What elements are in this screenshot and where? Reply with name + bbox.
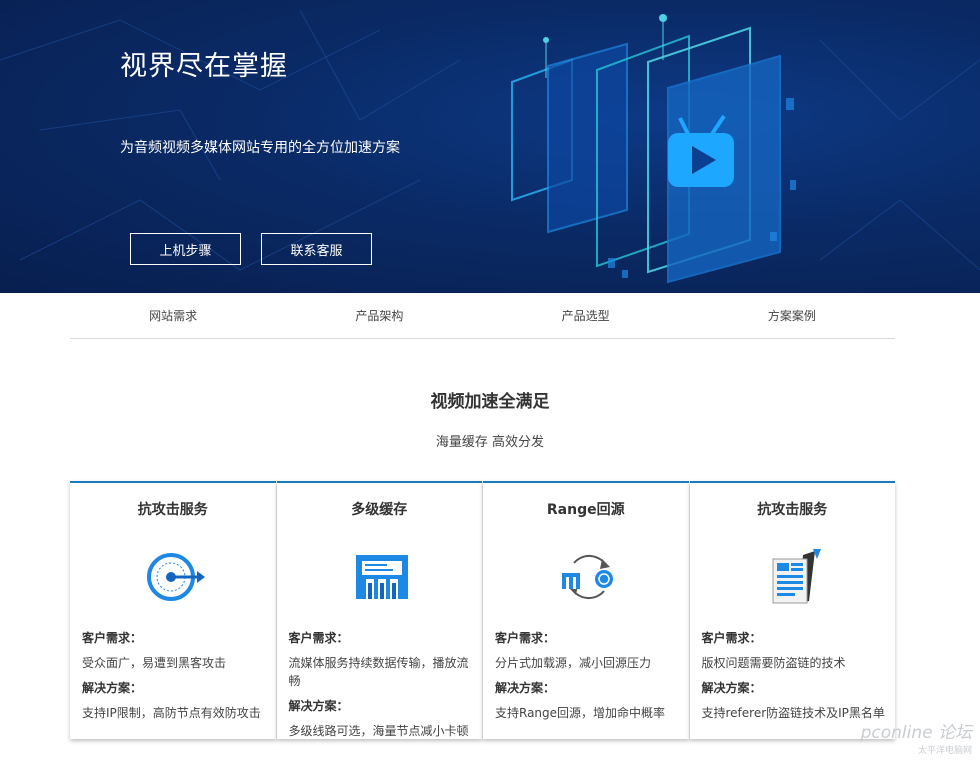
section-tabs: 网站需求 产品架构 产品选型 方案案例	[70, 293, 895, 339]
requirement-label: 客户需求：	[288, 631, 349, 645]
hero-title: 视界尽在掌握	[120, 51, 288, 82]
tab-site-needs[interactable]: 网站需求	[70, 293, 276, 338]
contact-support-button[interactable]: 联系客服	[261, 233, 372, 265]
requirement-text: 版权问题需要防盗链的技术	[701, 656, 846, 670]
watermark-brand: pconline 论坛	[860, 723, 972, 743]
cache-server-icon	[355, 555, 408, 599]
solution-label: 解决方案：	[701, 681, 762, 695]
solution-label: 解决方案：	[495, 681, 556, 695]
requirement-label: 客户需求：	[495, 631, 556, 645]
requirement-label: 客户需求：	[82, 631, 143, 645]
solution-text: 支持Range回源，增加命中概率	[495, 706, 666, 720]
tab-product-architecture[interactable]: 产品架构	[276, 293, 482, 338]
card-title: 多级缓存	[351, 502, 408, 518]
requirement-text: 受众面广，易遭到黑客攻击	[82, 656, 227, 670]
feature-card-multilevel-cache: 多级缓存 客户需求： 流媒体服务持续数据传输，播放流畅 解决方案： 多级线路可选…	[276, 481, 482, 739]
target-icon	[147, 553, 205, 601]
tab-product-selection[interactable]: 产品选型	[483, 293, 689, 338]
feature-card-anti-hotlink: 抗攻击服务 客户需求： 版权问题需要防盗链的技术 解决方案： 支持referer…	[689, 481, 895, 739]
watermark-sub: 太平洋电脑网	[917, 746, 972, 756]
card-title: Range回源	[546, 502, 625, 518]
anti-hotlink-icon	[772, 549, 821, 604]
card-title: 抗攻击服务	[757, 502, 828, 518]
solution-label: 解决方案：	[288, 699, 349, 713]
tab-solution-cases[interactable]: 方案案例	[689, 293, 895, 338]
solution-text: 支持IP限制，高防节点有效防攻击	[82, 706, 261, 720]
range-origin-icon	[562, 554, 613, 600]
solution-label: 解决方案：	[82, 681, 143, 695]
section-subtitle: 海量缓存 高效分发	[435, 435, 545, 450]
requirement-text: 分片式加载源，减小回源压力	[495, 656, 652, 670]
feature-card-anti-attack: 抗攻击服务 客户需求： 受众面广，易遭到黑客攻击 解决方案： 支持IP限制，高防…	[70, 481, 276, 739]
setup-steps-button[interactable]: 上机步骤	[130, 233, 241, 265]
hero-subtitle: 为音频视频多媒体网站专用的全方位加速方案	[120, 140, 400, 156]
section-title: 视频加速全满足	[430, 392, 550, 412]
solution-text: 支持referer防盗链技术及IP黑名单	[701, 706, 885, 720]
feature-card-range-origin: Range回源 客户需求： 分片式加载源，减小回源压力 解决方案： 支持Rang…	[483, 481, 689, 739]
solution-text: 多级线路可选，海量节点减小卡顿	[288, 724, 469, 738]
card-title: 抗攻击服务	[137, 502, 208, 518]
requirement-text: 流媒体服务持续数据传输，播放流畅	[288, 656, 469, 688]
requirement-label: 客户需求：	[701, 631, 762, 645]
watermark: pconline 论坛 太平洋电脑网	[861, 718, 972, 756]
hero-banner: 视界尽在掌握 为音频视频多媒体网站专用的全方位加速方案 上机步骤 联系客服	[0, 0, 980, 293]
feature-cards: 抗攻击服务 客户需求： 受众面广，易遭到黑客攻击 解决方案： 支持IP限制，高防…	[70, 481, 895, 739]
